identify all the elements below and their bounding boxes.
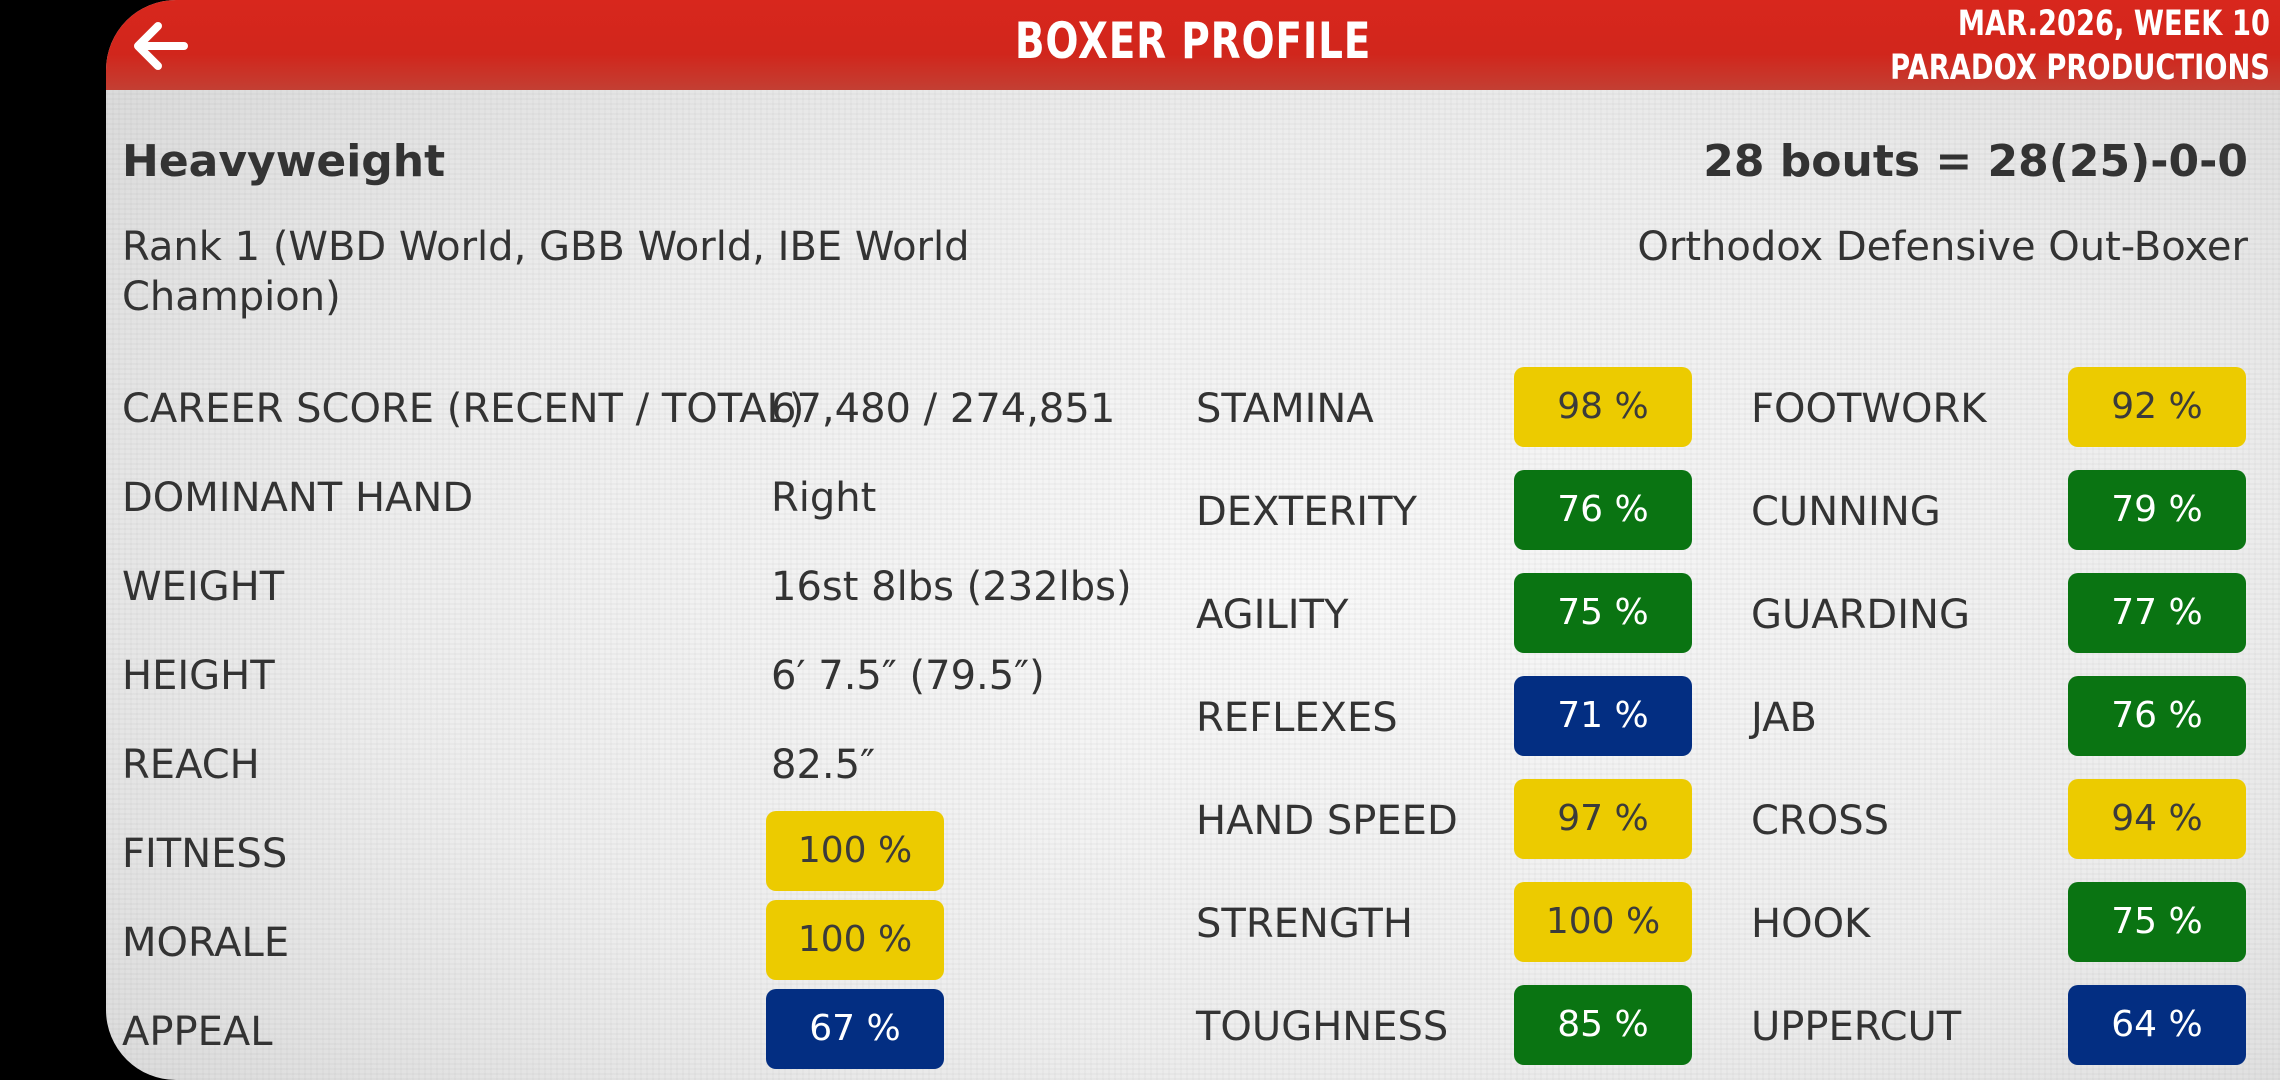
rank-line-2: Champion): [122, 274, 341, 320]
agility-label: AGILITY: [1196, 592, 1349, 638]
header-bar: BOXER PROFILE MAR.2026, WEEK 10 PARADOX …: [106, 0, 2280, 90]
studio-label: PARADOX PRODUCTIONS: [1890, 48, 2270, 88]
jab-label: JAB: [1751, 695, 1817, 741]
cunning-label: CUNNING: [1751, 489, 1941, 535]
guarding-label: GUARDING: [1751, 592, 1970, 638]
hook-badge: 75 %: [2068, 882, 2246, 962]
toughness-label: TOUGHNESS: [1196, 1004, 1449, 1050]
hand-speed-badge: 97 %: [1514, 779, 1692, 859]
guarding-badge: 77 %: [2068, 573, 2246, 653]
reach-label: REACH: [122, 742, 260, 788]
cunning-badge: 79 %: [2068, 470, 2246, 550]
back-arrow-icon: [134, 22, 188, 70]
back-button[interactable]: [128, 14, 192, 78]
appeal-label: APPEAL: [122, 1009, 273, 1055]
header-info: MAR.2026, WEEK 10 PARADOX PRODUCTIONS: [1890, 2, 2270, 90]
fitness-badge: 100 %: [766, 811, 944, 891]
dexterity-badge: 76 %: [1514, 470, 1692, 550]
jab-badge: 76 %: [2068, 676, 2246, 756]
height-label: HEIGHT: [122, 653, 275, 699]
career-score-label: CAREER SCORE (RECENT / TOTAL): [122, 386, 805, 432]
appeal-badge: 67 %: [766, 989, 944, 1069]
fitness-label: FITNESS: [122, 831, 288, 877]
footwork-badge: 92 %: [2068, 367, 2246, 447]
morale-label: MORALE: [122, 920, 290, 966]
boxer-profile-screen: BOXER PROFILE MAR.2026, WEEK 10 PARADOX …: [106, 0, 2280, 1080]
footwork-label: FOOTWORK: [1751, 386, 1987, 432]
date-label: MAR.2026, WEEK 10: [1957, 4, 2270, 44]
reflexes-badge: 71 %: [1514, 676, 1692, 756]
page-title: BOXER PROFILE: [1014, 12, 1372, 70]
reflexes-label: REFLEXES: [1196, 695, 1398, 741]
height-value: 6′ 7.5″ (79.5″): [771, 653, 1045, 699]
toughness-badge: 85 %: [1514, 985, 1692, 1065]
rank-line-1: Rank 1 (WBD World, GBB World, IBE World: [122, 224, 970, 270]
uppercut-label: UPPERCUT: [1751, 1004, 1962, 1050]
weight-value: 16st 8lbs (232lbs): [771, 564, 1132, 610]
hand-speed-label: HAND SPEED: [1196, 798, 1458, 844]
dominant-hand-value: Right: [771, 475, 877, 521]
cross-badge: 94 %: [2068, 779, 2246, 859]
fighting-style: Orthodox Defensive Out-Boxer: [1637, 224, 2248, 270]
strength-badge: 100 %: [1514, 882, 1692, 962]
dexterity-label: DEXTERITY: [1196, 489, 1417, 535]
dominant-hand-label: DOMINANT HAND: [122, 475, 474, 521]
morale-badge: 100 %: [766, 900, 944, 980]
stamina-label: STAMINA: [1196, 386, 1374, 432]
reach-value: 82.5″: [771, 742, 876, 788]
weight-class: Heavyweight: [122, 136, 446, 187]
strength-label: STRENGTH: [1196, 901, 1413, 947]
fight-record: 28 bouts = 28(25)-0-0: [1703, 136, 2248, 187]
uppercut-badge: 64 %: [2068, 985, 2246, 1065]
career-score-value: 67,480 / 274,851: [771, 386, 1116, 432]
agility-badge: 75 %: [1514, 573, 1692, 653]
weight-label: WEIGHT: [122, 564, 285, 610]
hook-label: HOOK: [1751, 901, 1871, 947]
stamina-badge: 98 %: [1514, 367, 1692, 447]
cross-label: CROSS: [1751, 798, 1889, 844]
